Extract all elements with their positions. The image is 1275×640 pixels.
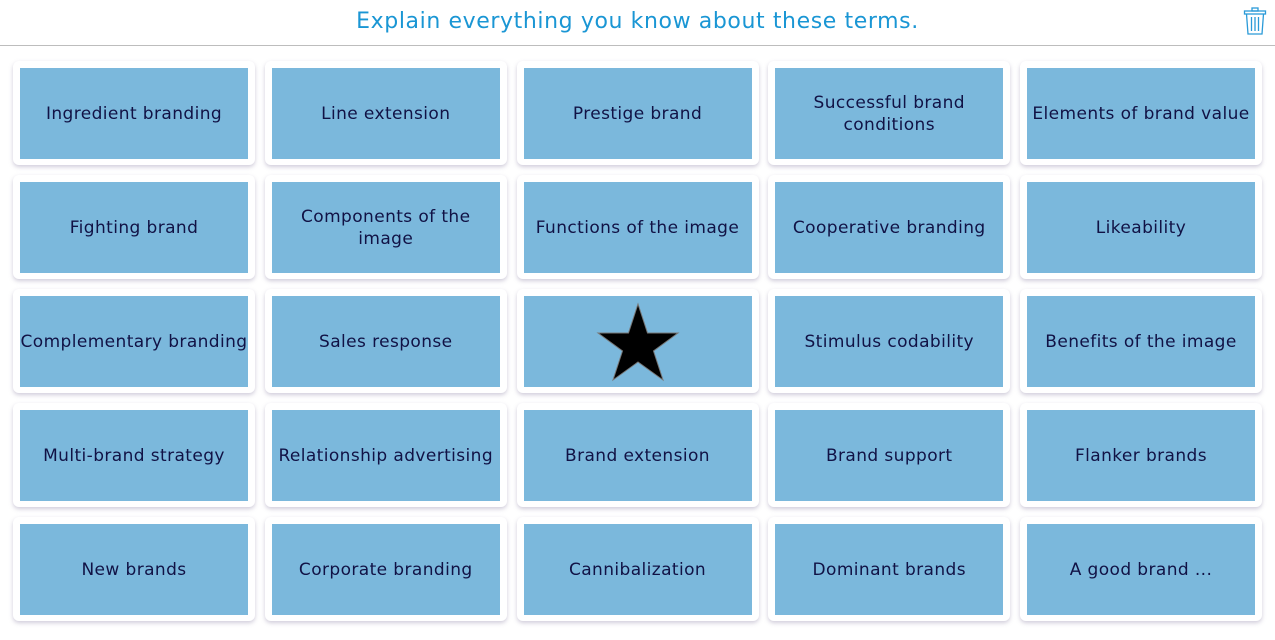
term-tile: Complementary branding: [20, 296, 248, 387]
term-tile: Corporate branding: [271, 524, 500, 615]
term-tile: Ingredient branding: [20, 68, 248, 159]
page-title: Explain everything you know about these …: [356, 9, 919, 34]
term-label: Ingredient branding: [45, 103, 223, 124]
term-card[interactable]: Complementary branding: [13, 289, 255, 393]
header: Explain everything you know about these …: [0, 0, 1275, 46]
term-label: Brand extension: [565, 445, 710, 466]
term-label: Fighting brand: [69, 217, 199, 238]
term-tile: Dominant brands: [775, 524, 1004, 615]
term-tile: Prestige brand: [523, 68, 752, 159]
term-card[interactable]: Flanker brands: [1020, 403, 1262, 507]
term-tile: Benefits of the image: [1027, 296, 1255, 387]
term-card[interactable]: Brand extension: [516, 403, 759, 507]
term-tile: Multi-brand strategy: [20, 410, 248, 501]
term-tile: Relationship advertising: [271, 410, 500, 501]
term-label: Successful brand conditions: [813, 92, 965, 135]
term-card[interactable]: Benefits of the image: [1020, 289, 1262, 393]
term-card[interactable]: Fighting brand: [13, 175, 255, 279]
term-card[interactable]: Dominant brands: [768, 517, 1011, 621]
term-card-star[interactable]: [516, 289, 759, 393]
term-label: Elements of brand value: [1032, 103, 1250, 124]
term-label: Prestige brand: [572, 103, 703, 124]
term-label: Stimulus codability: [804, 331, 974, 352]
term-tile: Stimulus codability: [775, 296, 1004, 387]
term-label: Relationship advertising: [278, 445, 494, 466]
term-label: Brand support: [825, 445, 953, 466]
term-card[interactable]: Cannibalization: [516, 517, 759, 621]
term-card[interactable]: Sales response: [264, 289, 507, 393]
term-tile: Flanker brands: [1027, 410, 1255, 501]
term-tile: Cooperative branding: [775, 182, 1004, 273]
term-label: Functions of the image: [535, 217, 740, 238]
term-label: Sales response: [319, 331, 453, 352]
term-label: Cannibalization: [568, 559, 707, 580]
term-tile: [523, 296, 752, 387]
term-tile: Fighting brand: [20, 182, 248, 273]
term-tile: Cannibalization: [523, 524, 752, 615]
term-label: Components of the image: [301, 206, 471, 249]
term-card[interactable]: Stimulus codability: [768, 289, 1011, 393]
term-card[interactable]: Cooperative branding: [768, 175, 1011, 279]
term-card[interactable]: Multi-brand strategy: [13, 403, 255, 507]
term-card[interactable]: Brand support: [768, 403, 1011, 507]
term-label: Corporate branding: [298, 559, 473, 580]
term-label: Complementary branding: [20, 331, 248, 352]
term-tile: Brand support: [775, 410, 1004, 501]
term-tile: A good brand ...: [1027, 524, 1255, 615]
star-icon: [595, 301, 680, 381]
term-card[interactable]: Successful brand conditions: [768, 61, 1011, 165]
term-label: Flanker brands: [1074, 445, 1207, 466]
term-tile: Sales response: [271, 296, 500, 387]
term-card[interactable]: A good brand ...: [1020, 517, 1262, 621]
term-card-grid: Ingredient branding Line extension Prestig…: [13, 61, 1262, 621]
term-label: Cooperative branding: [792, 217, 986, 238]
term-card[interactable]: Elements of brand value: [1020, 61, 1262, 165]
term-card[interactable]: Corporate branding: [264, 517, 507, 621]
term-card[interactable]: Line extension: [264, 61, 507, 165]
trash-button[interactable]: [1243, 7, 1267, 35]
term-tile: New brands: [20, 524, 248, 615]
term-card[interactable]: New brands: [13, 517, 255, 621]
term-tile: Functions of the image: [523, 182, 752, 273]
term-tile: Likeability: [1027, 182, 1255, 273]
term-card[interactable]: Prestige brand: [516, 61, 759, 165]
term-card[interactable]: Ingredient branding: [13, 61, 255, 165]
term-label: Multi-brand strategy: [43, 445, 225, 466]
term-tile: Elements of brand value: [1027, 68, 1255, 159]
term-tile: Brand extension: [523, 410, 752, 501]
term-card[interactable]: Functions of the image: [516, 175, 759, 279]
term-card[interactable]: Likeability: [1020, 175, 1262, 279]
trash-icon: [1243, 7, 1267, 35]
term-label: Likeability: [1095, 217, 1187, 238]
term-label: Benefits of the image: [1045, 331, 1237, 352]
term-label: A good brand ...: [1069, 559, 1213, 580]
term-tile: Successful brand conditions: [775, 68, 1004, 159]
term-tile: Line extension: [271, 68, 500, 159]
term-card[interactable]: Relationship advertising: [264, 403, 507, 507]
term-tile: Components of the image: [271, 182, 500, 273]
term-card[interactable]: Components of the image: [264, 175, 507, 279]
term-label: Dominant brands: [812, 559, 966, 580]
term-label: Line extension: [321, 103, 451, 124]
term-label: New brands: [81, 559, 187, 580]
